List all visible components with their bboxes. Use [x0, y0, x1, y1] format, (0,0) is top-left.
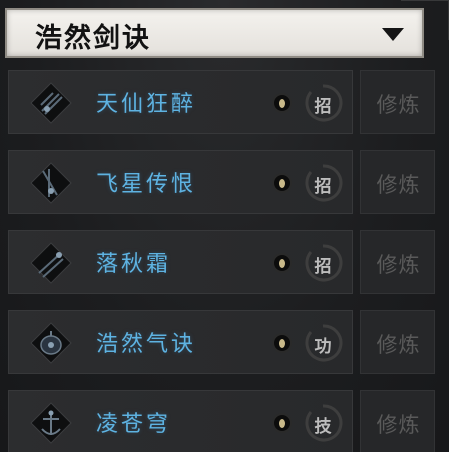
skill-row: 天仙狂醉 招 修炼	[8, 70, 438, 134]
cultivate-button[interactable]: 修炼	[360, 230, 435, 294]
skill-type-label: 招	[314, 177, 332, 197]
skill-row-main[interactable]: 落秋霜 招	[8, 230, 353, 294]
skill-row: 飞星传恨 招 修炼	[8, 150, 438, 214]
sword-emblem-icon	[30, 82, 72, 124]
coin-icon	[272, 253, 292, 273]
corner-ornament	[401, 0, 449, 40]
bell-emblem-icon	[30, 322, 72, 364]
cultivate-label: 修炼	[376, 333, 421, 357]
sword-emblem-icon	[30, 242, 72, 284]
skill-name: 落秋霜	[96, 252, 172, 277]
anchor-emblem-icon	[30, 402, 72, 444]
cultivate-label: 修炼	[376, 93, 421, 117]
skill-type-badge: 功	[303, 323, 343, 363]
skill-type-badge: 技	[303, 403, 343, 443]
skill-book-dropdown[interactable]: 浩然剑诀	[5, 8, 424, 58]
skill-row-main[interactable]: 凌苍穹 技	[8, 390, 353, 452]
skill-type-badge: 招	[303, 243, 343, 283]
cultivate-button[interactable]: 修炼	[360, 70, 435, 134]
cultivate-label: 修炼	[376, 413, 421, 437]
coin-icon	[272, 173, 292, 193]
coin-icon	[272, 93, 292, 113]
cultivate-button[interactable]: 修炼	[360, 310, 435, 374]
skill-type-label: 技	[314, 417, 332, 437]
skill-name: 天仙狂醉	[96, 92, 197, 117]
skill-row: 浩然气诀 功 修炼	[8, 310, 438, 374]
coin-icon	[272, 333, 292, 353]
coin-icon	[272, 413, 292, 433]
skill-type-label: 招	[314, 257, 332, 277]
skill-type-badge: 招	[303, 83, 343, 123]
skill-book-title: 浩然剑诀	[35, 23, 151, 54]
skill-name: 凌苍穹	[96, 412, 172, 437]
skill-panel: 浩然剑诀 天仙狂醉 招 修炼 飞星传恨 招 修炼 落秋霜 招 修炼 浩然气诀 功…	[0, 0, 449, 452]
cultivate-button[interactable]: 修炼	[360, 390, 435, 452]
cultivate-label: 修炼	[376, 253, 421, 277]
skill-type-label: 功	[314, 337, 332, 357]
skill-row-main[interactable]: 天仙狂醉 招	[8, 70, 353, 134]
skill-row-main[interactable]: 浩然气诀 功	[8, 310, 353, 374]
skill-row: 落秋霜 招 修炼	[8, 230, 438, 294]
cultivate-button[interactable]: 修炼	[360, 150, 435, 214]
skill-row: 凌苍穹 技 修炼	[8, 390, 438, 452]
cultivate-label: 修炼	[376, 173, 421, 197]
skill-row-main[interactable]: 飞星传恨 招	[8, 150, 353, 214]
skill-type-label: 招	[314, 97, 332, 117]
skill-name: 飞星传恨	[96, 172, 197, 197]
skill-name: 浩然气诀	[96, 332, 197, 357]
skill-type-badge: 招	[303, 163, 343, 203]
sword-emblem-icon	[30, 162, 72, 204]
